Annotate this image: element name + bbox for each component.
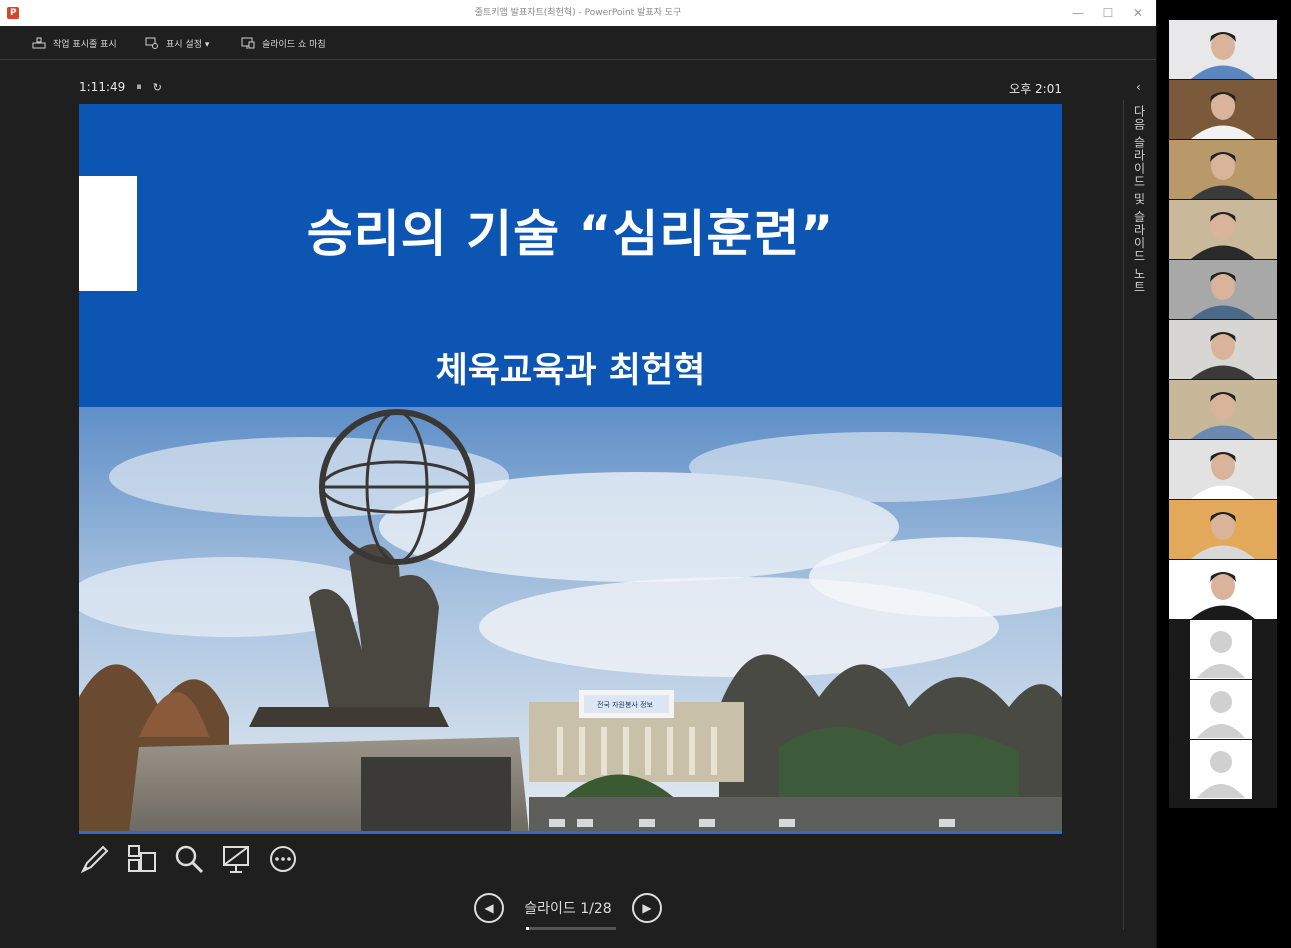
title-bar: 줄트키맵 발표자트(최헌혁) - PowerPoint 발표자 도구 — ☐ ✕: [0, 0, 1156, 26]
slide-navigation: ◀ 슬라이드 1/28 ▶: [474, 891, 662, 930]
participant-video-tile[interactable]: [1169, 200, 1277, 259]
participant-video: [1169, 140, 1277, 199]
participant-video-tile[interactable]: [1169, 440, 1277, 499]
end-show-icon: [241, 37, 255, 49]
elapsed-timer: 1:11:49 ⏸ ↻: [79, 80, 162, 94]
participant-video: [1169, 560, 1277, 619]
participant-video: [1169, 20, 1277, 79]
participant-video: [1169, 440, 1277, 499]
participant-video-tile[interactable]: [1169, 80, 1277, 139]
previous-slide-button[interactable]: ◀: [474, 893, 504, 923]
end-slide-show-label: 슬라이드 쇼 마침: [262, 39, 326, 50]
next-slide-button[interactable]: ▶: [632, 893, 662, 923]
current-time: 오후 2:01: [1009, 82, 1062, 96]
participant-video: [1169, 500, 1277, 559]
pane-divider[interactable]: [1123, 100, 1124, 930]
taskbar-icon: [32, 37, 46, 49]
current-slide[interactable]: 승리의 기술 “심리훈련” 체육교육과 최헌혁 전국 자원봉사 정보: [79, 104, 1062, 833]
slide-progress-fill: [526, 927, 530, 930]
next-arrow-icon: ▶: [642, 901, 652, 915]
participant-video: [1169, 200, 1277, 259]
display-settings-label: 표시 설정 ▾: [166, 39, 210, 50]
participant-video-tile[interactable]: [1169, 140, 1277, 199]
pause-icon[interactable]: ⏸: [136, 80, 142, 94]
participant-video-tile[interactable]: [1169, 560, 1277, 619]
presenter-window: 줄트키맵 발표자트(최헌혁) - PowerPoint 발표자 도구 — ☐ ✕…: [0, 0, 1157, 948]
participant-video: [1169, 80, 1277, 139]
all-slides-icon[interactable]: [126, 843, 158, 875]
end-slide-show-button[interactable]: 슬라이드 쇼 마침: [241, 26, 326, 60]
display-settings-button[interactable]: 표시 설정 ▾: [145, 26, 209, 60]
participant-video: [1169, 380, 1277, 439]
show-taskbar-label: 작업 표시줄 표시: [53, 39, 117, 50]
timer-value: 1:11:49: [79, 80, 126, 94]
black-screen-icon[interactable]: [220, 843, 252, 875]
window-title: 줄트키맵 발표자트(최헌혁) - PowerPoint 발표자 도구: [474, 8, 682, 18]
slide-counter[interactable]: 슬라이드 1/28: [504, 898, 632, 930]
participant-video: [1169, 260, 1277, 319]
more-options-icon[interactable]: [267, 843, 299, 875]
zoom-icon[interactable]: [173, 843, 205, 875]
avatar-placeholder-icon: [1169, 620, 1277, 679]
display-settings-icon: [145, 37, 158, 49]
show-taskbar-button[interactable]: 작업 표시줄 표시: [32, 26, 117, 60]
close-button[interactable]: ✕: [1123, 0, 1153, 26]
avatar-placeholder-icon: [1169, 680, 1277, 739]
avatar-placeholder-icon: [1169, 740, 1277, 799]
slide-title: 승리의 기술 “심리훈련”: [306, 205, 835, 263]
participant-video: [1169, 320, 1277, 379]
restart-icon[interactable]: ↻: [153, 81, 162, 94]
presenter-toolbar: 작업 표시줄 표시 표시 설정 ▾ 슬라이드 쇼 마침: [0, 26, 1156, 60]
participant-video-tile[interactable]: [1169, 20, 1277, 79]
video-participants-panel: [1169, 20, 1277, 808]
slide-progress-line: [79, 831, 1062, 834]
participant-placeholder-tile[interactable]: [1169, 680, 1277, 739]
presenter-tools: [79, 843, 314, 875]
collapse-panel-icon[interactable]: ‹: [1136, 80, 1141, 94]
maximize-button[interactable]: ☐: [1093, 0, 1123, 26]
participant-video-tile[interactable]: [1169, 260, 1277, 319]
participant-video-tile[interactable]: [1169, 320, 1277, 379]
campus-building-banner: 전국 자원봉사 정보: [597, 700, 654, 709]
slide-subtitle: 체육교육과 최헌혁: [435, 351, 706, 391]
participant-video-tile[interactable]: [1169, 380, 1277, 439]
participant-placeholder-tile[interactable]: [1169, 620, 1277, 679]
minimize-button[interactable]: —: [1063, 0, 1093, 26]
participant-video-tile[interactable]: [1169, 500, 1277, 559]
slide-counter-text: 슬라이드 1/28: [524, 901, 612, 917]
next-slide-notes-label[interactable]: 다음 슬라이드 및 슬라이드 노트: [1132, 105, 1148, 293]
slide-progress-bar: [526, 927, 616, 930]
campus-statue-photo: 전국 자원봉사 정보: [79, 407, 1062, 833]
participant-placeholder-tile[interactable]: [1169, 740, 1277, 799]
previous-arrow-icon: ◀: [484, 901, 494, 915]
pen-icon[interactable]: [79, 843, 111, 875]
